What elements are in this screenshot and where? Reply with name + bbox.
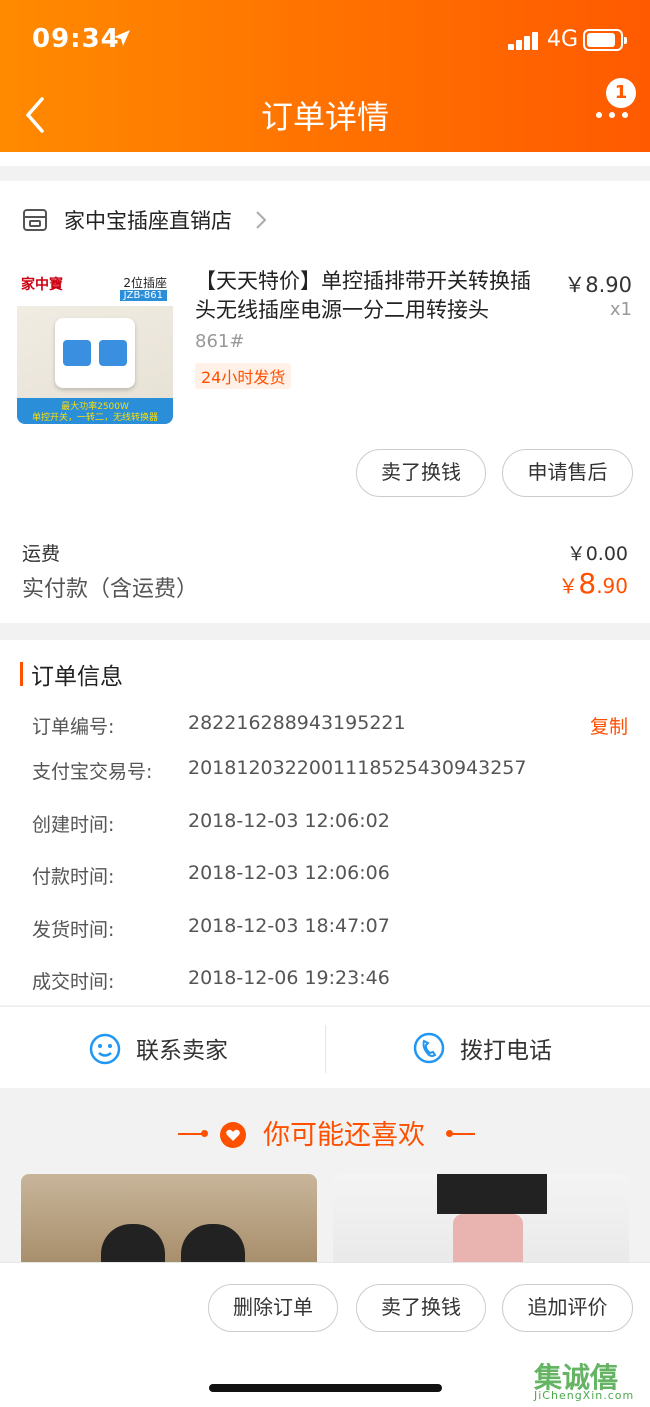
- status-bar: 09:34 4G: [0, 0, 650, 80]
- network-type: 4G: [547, 27, 579, 52]
- watermark-url: JiChengXin.com: [534, 1389, 635, 1402]
- shipping-label: 运费: [22, 543, 61, 565]
- sell-button[interactable]: 卖了换钱: [356, 449, 486, 497]
- signal-icon: [508, 32, 540, 50]
- add-review-button[interactable]: 追加评价: [502, 1284, 633, 1332]
- product-image-caption-2: 单控开关，一转二，无线转换器: [31, 413, 158, 423]
- battery-icon: [583, 29, 627, 51]
- store-icon: [23, 209, 47, 231]
- status-time: 09:34: [32, 24, 120, 54]
- header-strip: [0, 152, 650, 166]
- store-name: 家中宝插座直销店: [64, 209, 232, 233]
- copy-button[interactable]: 复制: [590, 712, 628, 739]
- phone-icon: [413, 1032, 445, 1064]
- paid-currency: ￥: [558, 574, 579, 598]
- info-row-paid: 付款时间: 2018-12-03 12:06:06: [32, 862, 390, 888]
- paid-label: 实付款（含运费）: [22, 577, 199, 602]
- after-sales-button[interactable]: 申请售后: [502, 449, 633, 497]
- store-card: 家中宝插座直销店 家中寶 2位插座 JZB-861 最大功率2500W 单控开关…: [0, 181, 650, 623]
- sell-button-bottom[interactable]: 卖了换钱: [356, 1284, 486, 1332]
- socket-body: [55, 318, 135, 388]
- bottom-action-bar: 删除订单 卖了换钱 追加评价 集诚僖 JiChengXin.com: [0, 1262, 650, 1407]
- info-row-created: 创建时间: 2018-12-03 12:06:02: [32, 810, 390, 836]
- home-indicator[interactable]: [209, 1384, 442, 1392]
- call-phone-label: 拨打电话: [460, 1038, 552, 1064]
- paid-dec: .90: [596, 574, 628, 598]
- shipping-tag: 24小时发货: [195, 363, 292, 389]
- store-row[interactable]: 家中宝插座直销店: [22, 205, 268, 235]
- page-title: 订单详情: [260, 98, 389, 136]
- product-price: ￥8.90: [564, 273, 632, 297]
- product-image-model: JZB-861: [119, 290, 167, 301]
- order-info-card: 订单信息 订单编号: 282216288943195221 复制 支付宝交易号:…: [0, 640, 650, 1005]
- paid-int: 8: [578, 567, 597, 600]
- location-arrow-icon: [114, 30, 130, 46]
- info-row-shipped: 发货时间: 2018-12-03 18:47:07: [32, 915, 390, 941]
- info-row-order-no: 订单编号: 282216288943195221: [32, 712, 406, 738]
- delete-order-button[interactable]: 删除订单: [208, 1284, 338, 1332]
- contact-seller-button[interactable]: 联系卖家: [88, 1007, 228, 1089]
- recommend-item-2[interactable]: [333, 1174, 629, 1274]
- call-phone-button[interactable]: 拨打电话: [412, 1007, 552, 1089]
- product-logo: 家中寶: [21, 277, 63, 293]
- product-image[interactable]: 家中寶 2位插座 JZB-861 最大功率2500W 单控开关，一转二，无线转换…: [17, 268, 173, 424]
- header: 09:34 4G 订单详情 1: [0, 0, 650, 152]
- recommend-item-1[interactable]: [21, 1174, 317, 1274]
- contact-bar: 联系卖家 拨打电话: [0, 1006, 650, 1088]
- order-info-header: 订单信息: [20, 660, 123, 690]
- chevron-right-icon: [256, 211, 267, 229]
- shipping-value: ￥0.00: [566, 543, 628, 565]
- info-row-alipay-no: 支付宝交易号: 2018120322001118525430943257: [32, 757, 527, 783]
- contact-seller-label: 联系卖家: [136, 1038, 228, 1064]
- paid-amount: ￥8.90: [558, 567, 628, 600]
- notification-badge[interactable]: 1: [606, 78, 636, 108]
- order-detail-page: 09:34 4G 订单详情 1 家中宝插座直销店 家中寶 2位插座 JZB-86…: [0, 0, 650, 1407]
- order-info-title: 订单信息: [31, 664, 123, 690]
- product-title[interactable]: 【天天特价】单控插排带开关转换插头无线插座电源一分二用转接头: [195, 267, 545, 325]
- chat-face-icon: [89, 1033, 121, 1065]
- product-sku: 861#: [195, 331, 245, 352]
- product-quantity: x1: [609, 299, 632, 320]
- info-row-completed: 成交时间: 2018-12-06 19:23:46: [32, 967, 390, 993]
- recommend-title: 你可能还喜欢: [263, 1120, 425, 1151]
- product-image-tag: 2位插座: [123, 276, 167, 290]
